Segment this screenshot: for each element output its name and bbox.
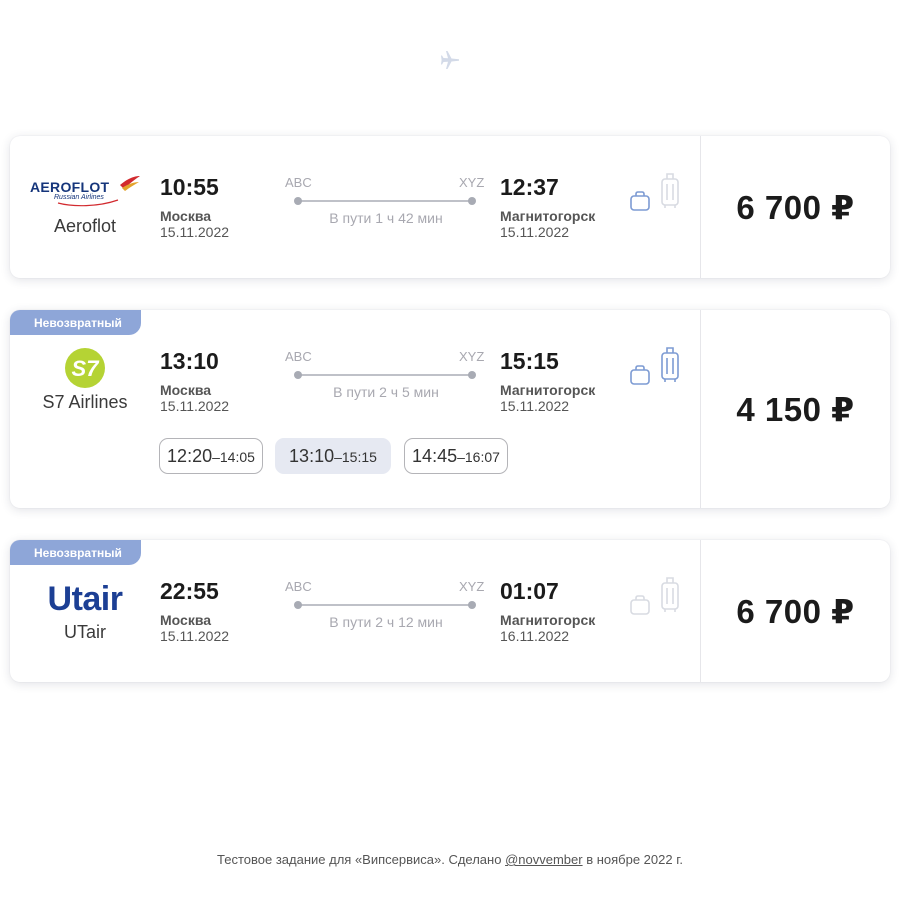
flight-card-s7[interactable]: Невозвратный S7 S7 Airlines 13:10 Москва… — [10, 310, 890, 508]
price: 4 150 ₽ — [736, 391, 855, 428]
flight-duration: В пути 1 ч 42 мин — [329, 210, 443, 226]
baggage-icon — [661, 347, 679, 382]
baggage-icon — [661, 173, 679, 208]
time-option[interactable]: 14:45–16:07 — [404, 438, 508, 474]
arrival-time: 12:37 — [500, 174, 559, 200]
route-end-dot — [468, 601, 476, 609]
route-line — [298, 604, 474, 606]
arrival-airport-code: XYZ — [459, 349, 485, 364]
flight-card-aeroflot[interactable]: AEROFLOT Russian Airlines Aeroflot 10:55… — [10, 136, 890, 278]
time-option-selected[interactable]: 13:10–15:15 — [275, 438, 391, 474]
departure-city: Москва — [160, 208, 212, 224]
route-line — [298, 374, 474, 376]
route-line — [298, 200, 474, 202]
svg-text:AEROFLOT: AEROFLOT — [30, 179, 110, 195]
arrival-date: 15.11.2022 — [500, 224, 570, 240]
flight-card-utair[interactable]: Невозвратный Utair UTair 22:55 Москва 15… — [10, 540, 890, 682]
arrival-airport-code: XYZ — [459, 175, 485, 190]
departure-time: 10:55 — [160, 174, 219, 200]
airline-name: S7 Airlines — [42, 392, 128, 412]
svg-text:S7: S7 — [72, 356, 101, 381]
departure-airport-code: ABC — [285, 175, 312, 190]
departure-city: Москва — [160, 612, 212, 628]
footer-text-end: в ноябре 2022 г. — [582, 852, 683, 867]
footer: Тестовое задание для «Випсервиса». Сдела… — [0, 852, 900, 867]
departure-date: 15.11.2022 — [160, 628, 230, 644]
airline-name: Aeroflot — [53, 216, 117, 236]
hand-luggage-icon — [630, 595, 650, 615]
non-refundable-badge: Невозвратный — [10, 540, 141, 565]
footer-text: Тестовое задание для «Випсервиса». Сдела… — [217, 852, 506, 867]
arrival-time: 15:15 — [500, 348, 559, 374]
departure-airport-code: ABC — [285, 349, 312, 364]
s7-logo: S7 — [65, 348, 105, 388]
arrival-date: 16.11.2022 — [500, 628, 570, 644]
arrival-time: 01:07 — [500, 578, 559, 604]
arrival-city: Магнитогорск — [500, 208, 596, 224]
arrival-city: Магнитогорск — [500, 382, 596, 398]
departure-time: 13:10 — [160, 348, 219, 374]
airline-logo: S7 S7 Airlines — [28, 348, 142, 413]
svg-text:Russian Airlines: Russian Airlines — [54, 194, 104, 201]
price: 6 700 ₽ — [736, 593, 855, 630]
airline-logo: Utair UTair — [28, 578, 142, 643]
time-option[interactable]: 12:20–14:05 — [159, 438, 263, 474]
non-refundable-badge: Невозвратный — [10, 310, 141, 335]
utair-logo: Utair — [48, 580, 124, 618]
flight-duration: В пути 2 ч 12 мин — [329, 614, 443, 630]
baggage-icon — [661, 577, 679, 612]
price: 6 700 ₽ — [736, 189, 855, 226]
route-end-dot — [468, 371, 476, 379]
departure-city: Москва — [160, 382, 212, 398]
hand-luggage-icon — [630, 365, 650, 385]
route-start-dot — [294, 371, 302, 379]
departure-date: 15.11.2022 — [160, 398, 230, 414]
airline-logo: AEROFLOT Russian Airlines Aeroflot — [28, 172, 142, 237]
departure-date: 15.11.2022 — [160, 224, 230, 240]
hand-luggage-icon — [630, 191, 650, 211]
route-end-dot — [468, 197, 476, 205]
aeroflot-logo: AEROFLOT Russian Airlines — [30, 176, 140, 207]
route-start-dot — [294, 601, 302, 609]
flight-duration: В пути 2 ч 5 мин — [333, 384, 439, 400]
arrival-airport-code: XYZ — [459, 579, 485, 594]
arrival-date: 15.11.2022 — [500, 398, 570, 414]
departure-airport-code: ABC — [285, 579, 312, 594]
airplane-icon — [441, 51, 459, 69]
departure-time: 22:55 — [160, 578, 219, 604]
author-link[interactable]: @novvember — [505, 852, 583, 867]
airline-name: UTair — [63, 622, 106, 642]
svg-text:Utair: Utair — [48, 580, 123, 618]
route-start-dot — [294, 197, 302, 205]
arrival-city: Магнитогорск — [500, 612, 596, 628]
